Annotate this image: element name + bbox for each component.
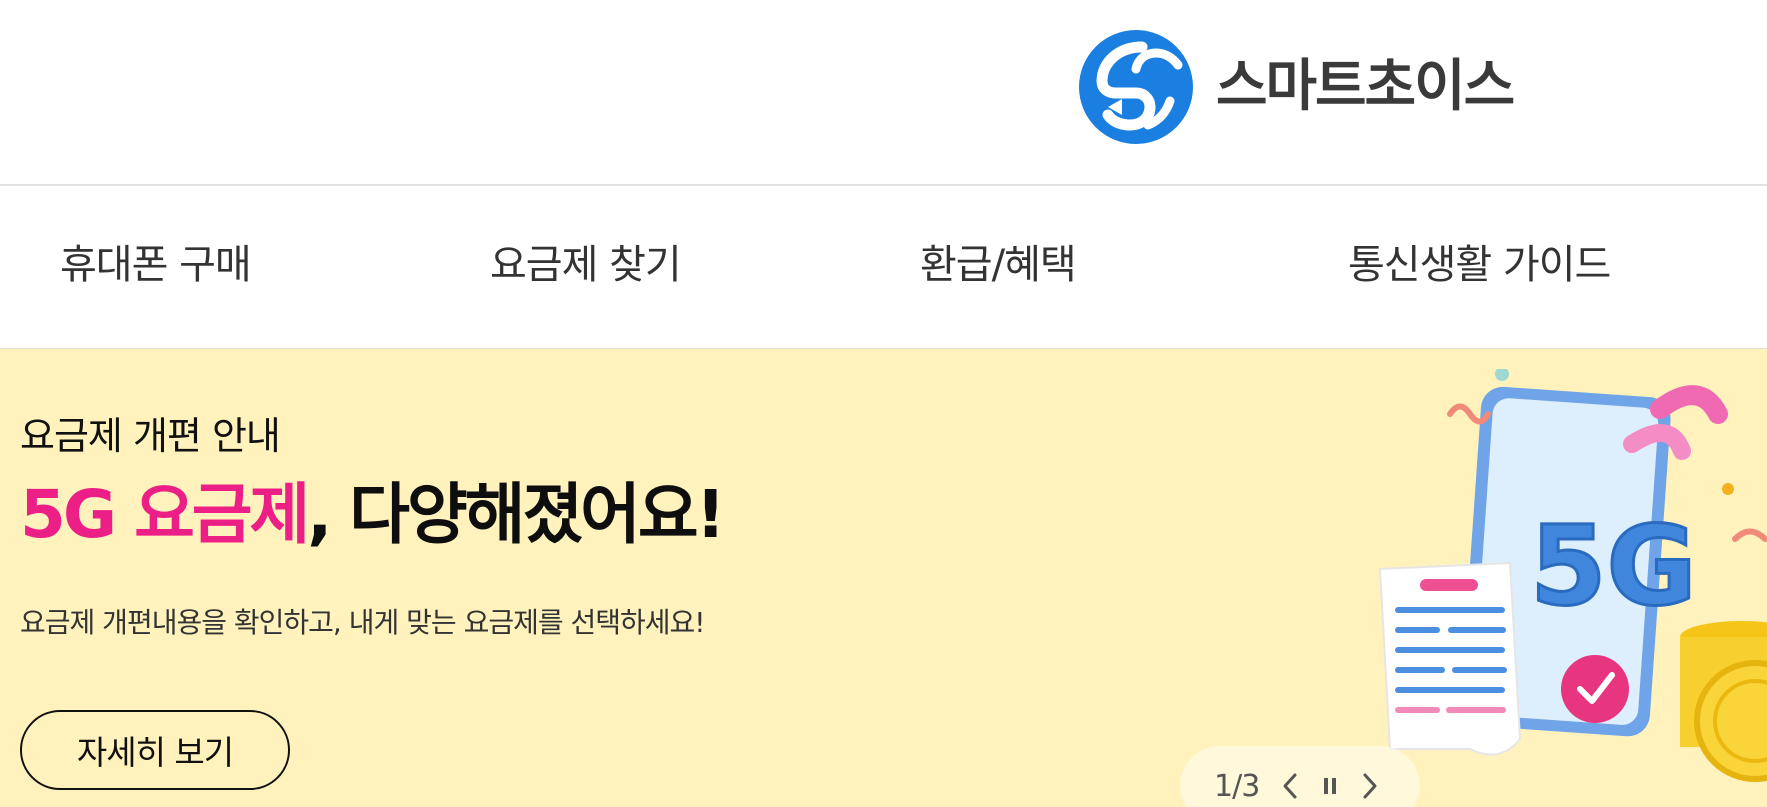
chevron-left-icon[interactable]: [1275, 766, 1305, 806]
banner-pager: 1/3: [1180, 746, 1420, 807]
banner-eyebrow: 요금제 개편 안내: [20, 414, 281, 458]
headline-rest: , 다양해졌어요!: [307, 476, 725, 553]
site-logo[interactable]: 스마트초이스: [1078, 28, 1515, 146]
headline-accent: 5G 요금제: [20, 476, 310, 553]
nav-item-refund-benefits[interactable]: 환급/혜택: [920, 238, 1077, 292]
nav-item-phone-purchase[interactable]: 휴대폰 구매: [60, 238, 252, 292]
nav-item-find-plan[interactable]: 요금제 찾기: [490, 238, 682, 292]
5g-phone-illustration-icon: 5G: [1378, 369, 1767, 782]
main-nav: 휴대폰 구매 요금제 찾기 환급/혜택 통신생활 가이드: [0, 188, 1767, 349]
details-button[interactable]: 자세히 보기: [20, 710, 290, 790]
logo-text: 스마트초이스: [1216, 54, 1515, 119]
logo-icon: [1079, 30, 1193, 144]
svg-text:5G: 5G: [1530, 502, 1697, 630]
banner-headline: 5G 요금제, 다양해졌어요!: [20, 475, 726, 554]
chevron-right-icon[interactable]: [1355, 766, 1385, 806]
site-header: 스마트초이스: [0, 0, 1767, 186]
pager-count: 1/3: [1214, 768, 1260, 804]
hero-banner: 요금제 개편 안내 5G 요금제, 다양해졌어요! 요금제 개편내용을 확인하고…: [0, 349, 1767, 807]
nav-item-telecom-guide[interactable]: 통신생활 가이드: [1348, 238, 1611, 292]
banner-description: 요금제 개편내용을 확인하고, 내게 맞는 요금제를 선택하세요!: [20, 606, 706, 639]
pause-icon[interactable]: [1315, 766, 1345, 806]
